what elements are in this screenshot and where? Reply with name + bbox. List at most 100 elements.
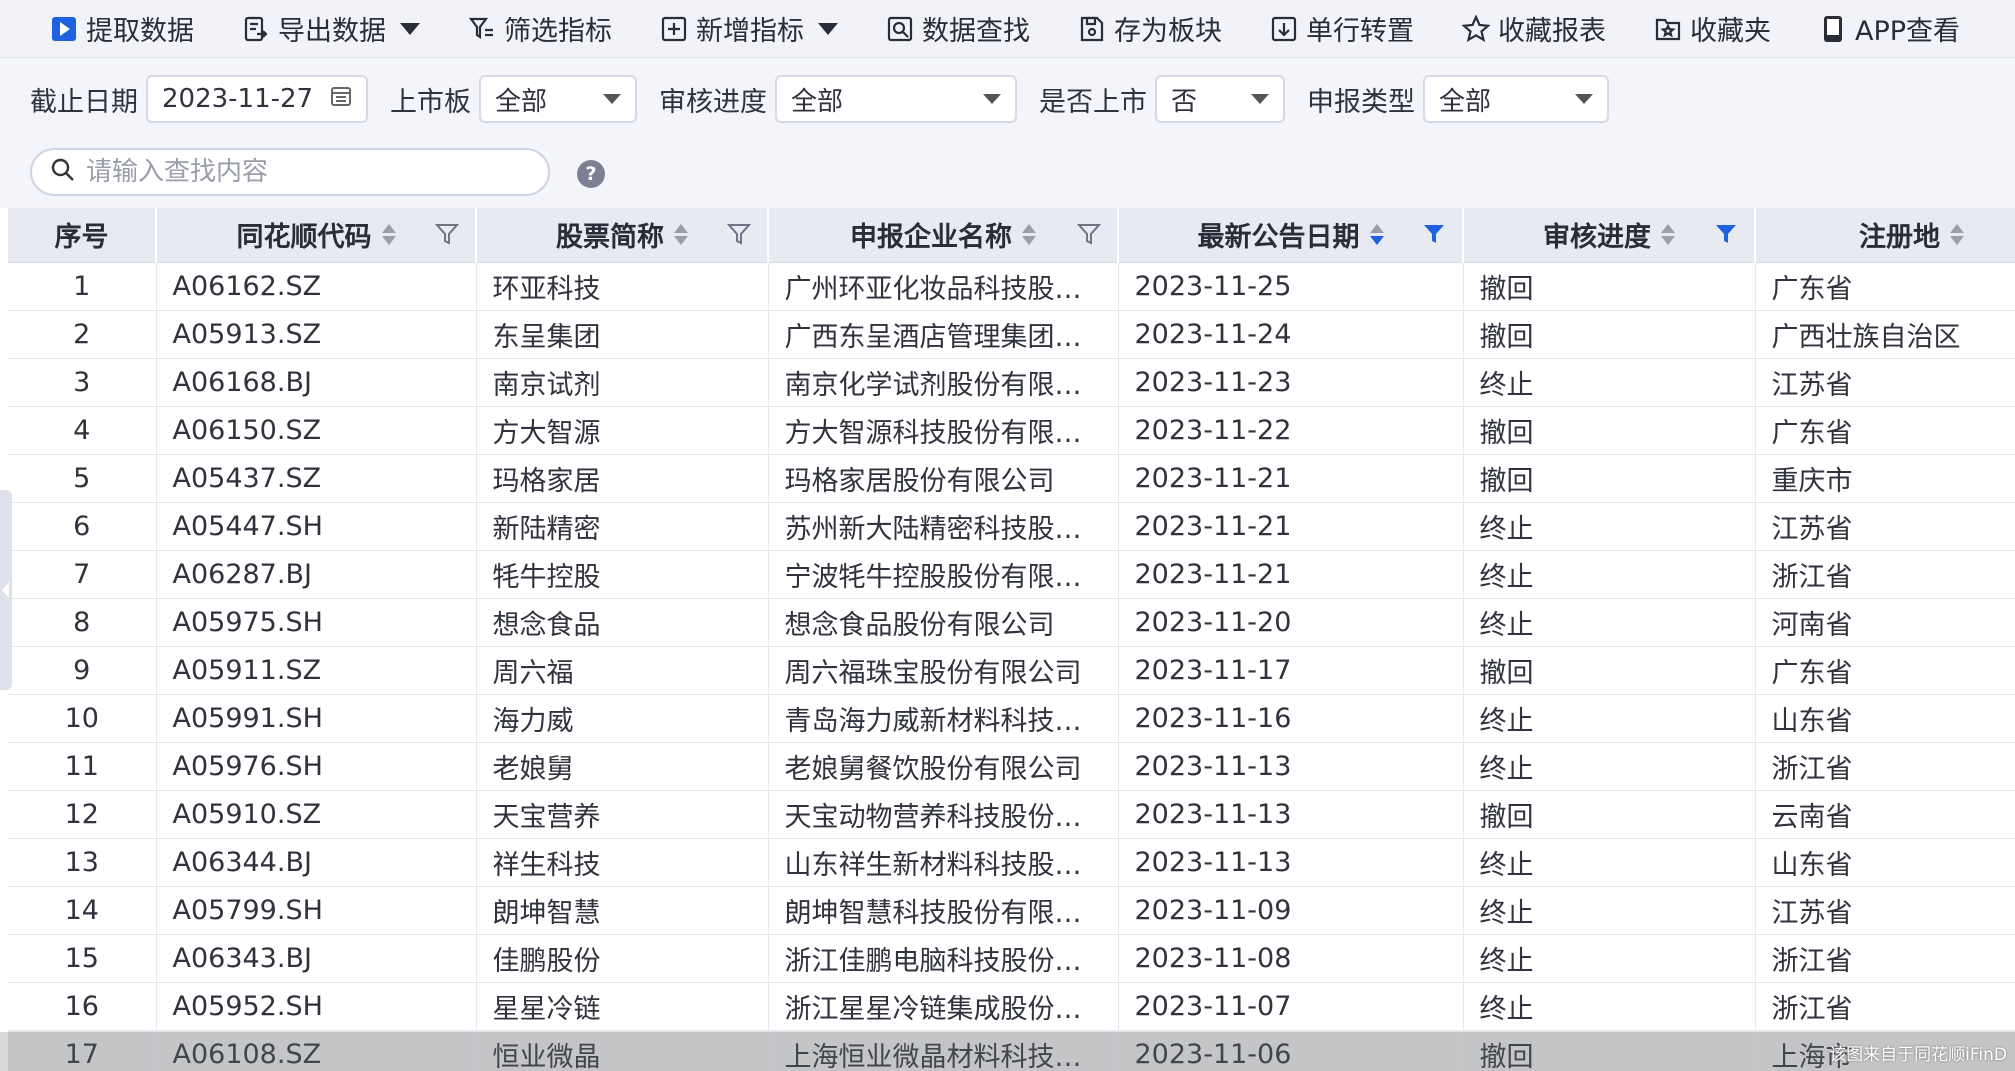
table-cell: 14 bbox=[8, 886, 157, 935]
search-box bbox=[30, 148, 550, 196]
table-cell: 江苏省 bbox=[1755, 886, 2015, 935]
table-row[interactable]: 15 A06343.BJ 佳鹏股份 浙江佳鹏电脑科技股份… 2023-11-08 终止 浙江… bbox=[8, 934, 2015, 983]
type-select[interactable]: 全部 bbox=[1423, 75, 1609, 123]
table-cell: A05910.SZ bbox=[156, 790, 477, 839]
table-cell: 牦牛控股 bbox=[476, 550, 769, 599]
progress-value: 全部 bbox=[791, 86, 844, 117]
table-row[interactable]: 3 A06168.BJ 南京试剂 南京化学试剂股份有限… 2023-11-23 终止 江苏省 bbox=[8, 358, 2015, 407]
extract-data-label: 提取数据 bbox=[86, 16, 194, 47]
table-row[interactable]: 5 A05437.SZ 玛格家居 玛格家居股份有限公司 2023-11-21 撤回 重庆市 bbox=[8, 454, 2015, 503]
table-cell: A06168.BJ bbox=[156, 358, 477, 407]
table-cell: 2 bbox=[8, 310, 157, 359]
table-cell: 2023-11-08 bbox=[1118, 934, 1464, 983]
sort-icon[interactable] bbox=[1950, 224, 1964, 246]
sort-icon[interactable] bbox=[381, 224, 396, 246]
table-row[interactable]: 4 A06150.SZ 方大智源 方大智源科技股份有限… 2023-11-22 撤回 广东省 bbox=[8, 406, 2015, 455]
table-row[interactable]: 9 A05911.SZ 周六福 周六福珠宝股份有限公司 2023-11-17 撤回 广东省 bbox=[8, 646, 2015, 695]
table-row[interactable]: 2 A05913.SZ 东呈集团 广西东呈酒店管理集团… 2023-11-24 撤回 广西壮… bbox=[8, 310, 2015, 359]
favorite-report-button[interactable]: 收藏报表 bbox=[1462, 9, 1606, 48]
side-collapse-handle[interactable] bbox=[0, 490, 12, 690]
app-view-button[interactable]: APP查看 bbox=[1819, 9, 1960, 48]
chevron-down-icon bbox=[1575, 94, 1593, 104]
sort-icon[interactable] bbox=[1661, 224, 1675, 246]
data-find-button[interactable]: 数据查找 bbox=[886, 9, 1030, 48]
table-cell: 15 bbox=[8, 934, 157, 983]
table-row[interactable]: 6 A05447.SH 新陆精密 苏州新大陆精密科技股… 2023-11-21 终止 江苏省 bbox=[8, 502, 2015, 551]
search-input[interactable] bbox=[86, 157, 506, 187]
table-cell: 苏州新大陆精密科技股… bbox=[768, 502, 1119, 551]
table-row[interactable]: 8 A05975.SH 想念食品 想念食品股份有限公司 2023-11-20 终止 河南省 bbox=[8, 598, 2015, 647]
column-header[interactable]: 审核进度 bbox=[1463, 208, 1756, 263]
find-icon bbox=[886, 15, 914, 43]
table-row[interactable]: 13 A06344.BJ 祥生科技 山东祥生新材料科技股… 2023-11-13 终止 山东… bbox=[8, 838, 2015, 887]
table-row[interactable]: 17 A06108.SZ 恒业微晶 上海恒业微晶材料科技… 2023-11-06 撤回 上海… bbox=[8, 1030, 2015, 1071]
column-header-label: 同花顺代码 bbox=[236, 222, 372, 254]
table-cell: 8 bbox=[8, 598, 157, 647]
table-cell: 2023-11-25 bbox=[1118, 262, 1464, 311]
add-indicator-button[interactable]: 新增指标 bbox=[660, 9, 838, 48]
board-value: 全部 bbox=[495, 86, 548, 117]
column-header[interactable]: 最新公告日期 bbox=[1118, 208, 1464, 263]
type-value: 全部 bbox=[1439, 86, 1492, 117]
column-header[interactable]: 同花顺代码 bbox=[156, 208, 477, 263]
column-header[interactable]: 序号 bbox=[8, 208, 157, 263]
table-cell: 山东省 bbox=[1755, 838, 2015, 887]
progress-label: 审核进度 bbox=[659, 86, 767, 118]
favorites-folder-button[interactable]: 收藏夹 bbox=[1654, 9, 1771, 48]
extract-data-button[interactable]: 提取数据 bbox=[50, 9, 194, 48]
table-row[interactable]: 1 A06162.SZ 环亚科技 广州环亚化妆品科技股… 2023-11-25 撤回 广东省 bbox=[8, 262, 2015, 311]
table-cell: 2023-11-16 bbox=[1118, 694, 1464, 743]
table-cell: 江苏省 bbox=[1755, 358, 2015, 407]
export-data-button[interactable]: 导出数据 bbox=[242, 9, 420, 48]
table-cell: 浙江省 bbox=[1755, 982, 2015, 1031]
table-cell: 南京试剂 bbox=[476, 358, 769, 407]
date-value: 2023-11-27 bbox=[162, 84, 314, 114]
date-label: 截止日期 bbox=[30, 86, 138, 118]
progress-select[interactable]: 全部 bbox=[775, 75, 1017, 123]
table-row[interactable]: 11 A05976.SH 老娘舅 老娘舅餐饮股份有限公司 2023-11-13 终止 浙江省 bbox=[8, 742, 2015, 791]
table-cell: 终止 bbox=[1463, 982, 1756, 1031]
filter-icon bbox=[468, 15, 496, 43]
column-filter-icon[interactable] bbox=[434, 222, 460, 253]
table-cell: 广东省 bbox=[1755, 262, 2015, 311]
sort-icon[interactable] bbox=[1022, 224, 1036, 246]
column-header[interactable]: 注册地 bbox=[1755, 208, 2015, 263]
filter-indicator-button[interactable]: 筛选指标 bbox=[468, 9, 612, 48]
date-picker[interactable]: 2023-11-27 bbox=[146, 75, 368, 123]
board-select[interactable]: 全部 bbox=[479, 75, 637, 123]
sort-icon[interactable] bbox=[1369, 224, 1384, 246]
table-row[interactable]: 12 A05910.SZ 天宝营养 天宝动物营养科技股份… 2023-11-13 撤回 云南… bbox=[8, 790, 2015, 839]
column-header[interactable]: 申报企业名称 bbox=[768, 208, 1119, 263]
column-filter-icon[interactable] bbox=[1422, 222, 1446, 253]
filter-indicator-label: 筛选指标 bbox=[504, 16, 612, 47]
help-icon[interactable]: ? bbox=[577, 160, 605, 188]
table-cell: A05913.SZ bbox=[156, 310, 477, 359]
table-cell: 撤回 bbox=[1463, 406, 1756, 455]
transpose-row-button[interactable]: 单行转置 bbox=[1270, 9, 1414, 48]
column-filter-icon[interactable] bbox=[1076, 222, 1102, 253]
table-header: 序号 同花顺代码 股票简称 申报企业名称 最新公告日期 审核进度 注册地 bbox=[8, 208, 2015, 263]
table-cell: 上海恒业微晶材料科技… bbox=[768, 1030, 1119, 1071]
table-cell: 广西壮族自治区 bbox=[1755, 310, 2015, 359]
table-cell: A06150.SZ bbox=[156, 406, 477, 455]
table-cell: 玛格家居股份有限公司 bbox=[768, 454, 1119, 503]
save-as-block-button[interactable]: 存为板块 bbox=[1078, 9, 1222, 48]
table-row[interactable]: 14 A05799.SH 朗坤智慧 朗坤智慧科技股份有限… 2023-11-09 终止 江苏… bbox=[8, 886, 2015, 935]
table-cell: 2023-11-21 bbox=[1118, 454, 1464, 503]
column-header[interactable]: 股票简称 bbox=[476, 208, 769, 263]
table-row[interactable]: 7 A06287.BJ 牦牛控股 宁波牦牛控股股份有限… 2023-11-21 终止 浙江省 bbox=[8, 550, 2015, 599]
column-filter-icon[interactable] bbox=[1714, 222, 1738, 253]
table-row[interactable]: 16 A05952.SH 星星冷链 浙江星星冷链集成股份… 2023-11-07 终止 浙江… bbox=[8, 982, 2015, 1031]
folder-star-icon bbox=[1654, 15, 1682, 43]
table-cell: 浙江省 bbox=[1755, 550, 2015, 599]
listed-select[interactable]: 否 bbox=[1155, 75, 1285, 123]
table-row[interactable]: 10 A05991.SH 海力威 青岛海力威新材料科技… 2023-11-16 终止 山东省 bbox=[8, 694, 2015, 743]
table-cell: 新陆精密 bbox=[476, 502, 769, 551]
table-cell: 10 bbox=[8, 694, 157, 743]
table-cell: 终止 bbox=[1463, 886, 1756, 935]
column-filter-icon[interactable] bbox=[726, 222, 752, 253]
table-cell: 2023-11-23 bbox=[1118, 358, 1464, 407]
table-cell: 想念食品 bbox=[476, 598, 769, 647]
table-cell: 终止 bbox=[1463, 358, 1756, 407]
sort-icon[interactable] bbox=[674, 224, 688, 246]
